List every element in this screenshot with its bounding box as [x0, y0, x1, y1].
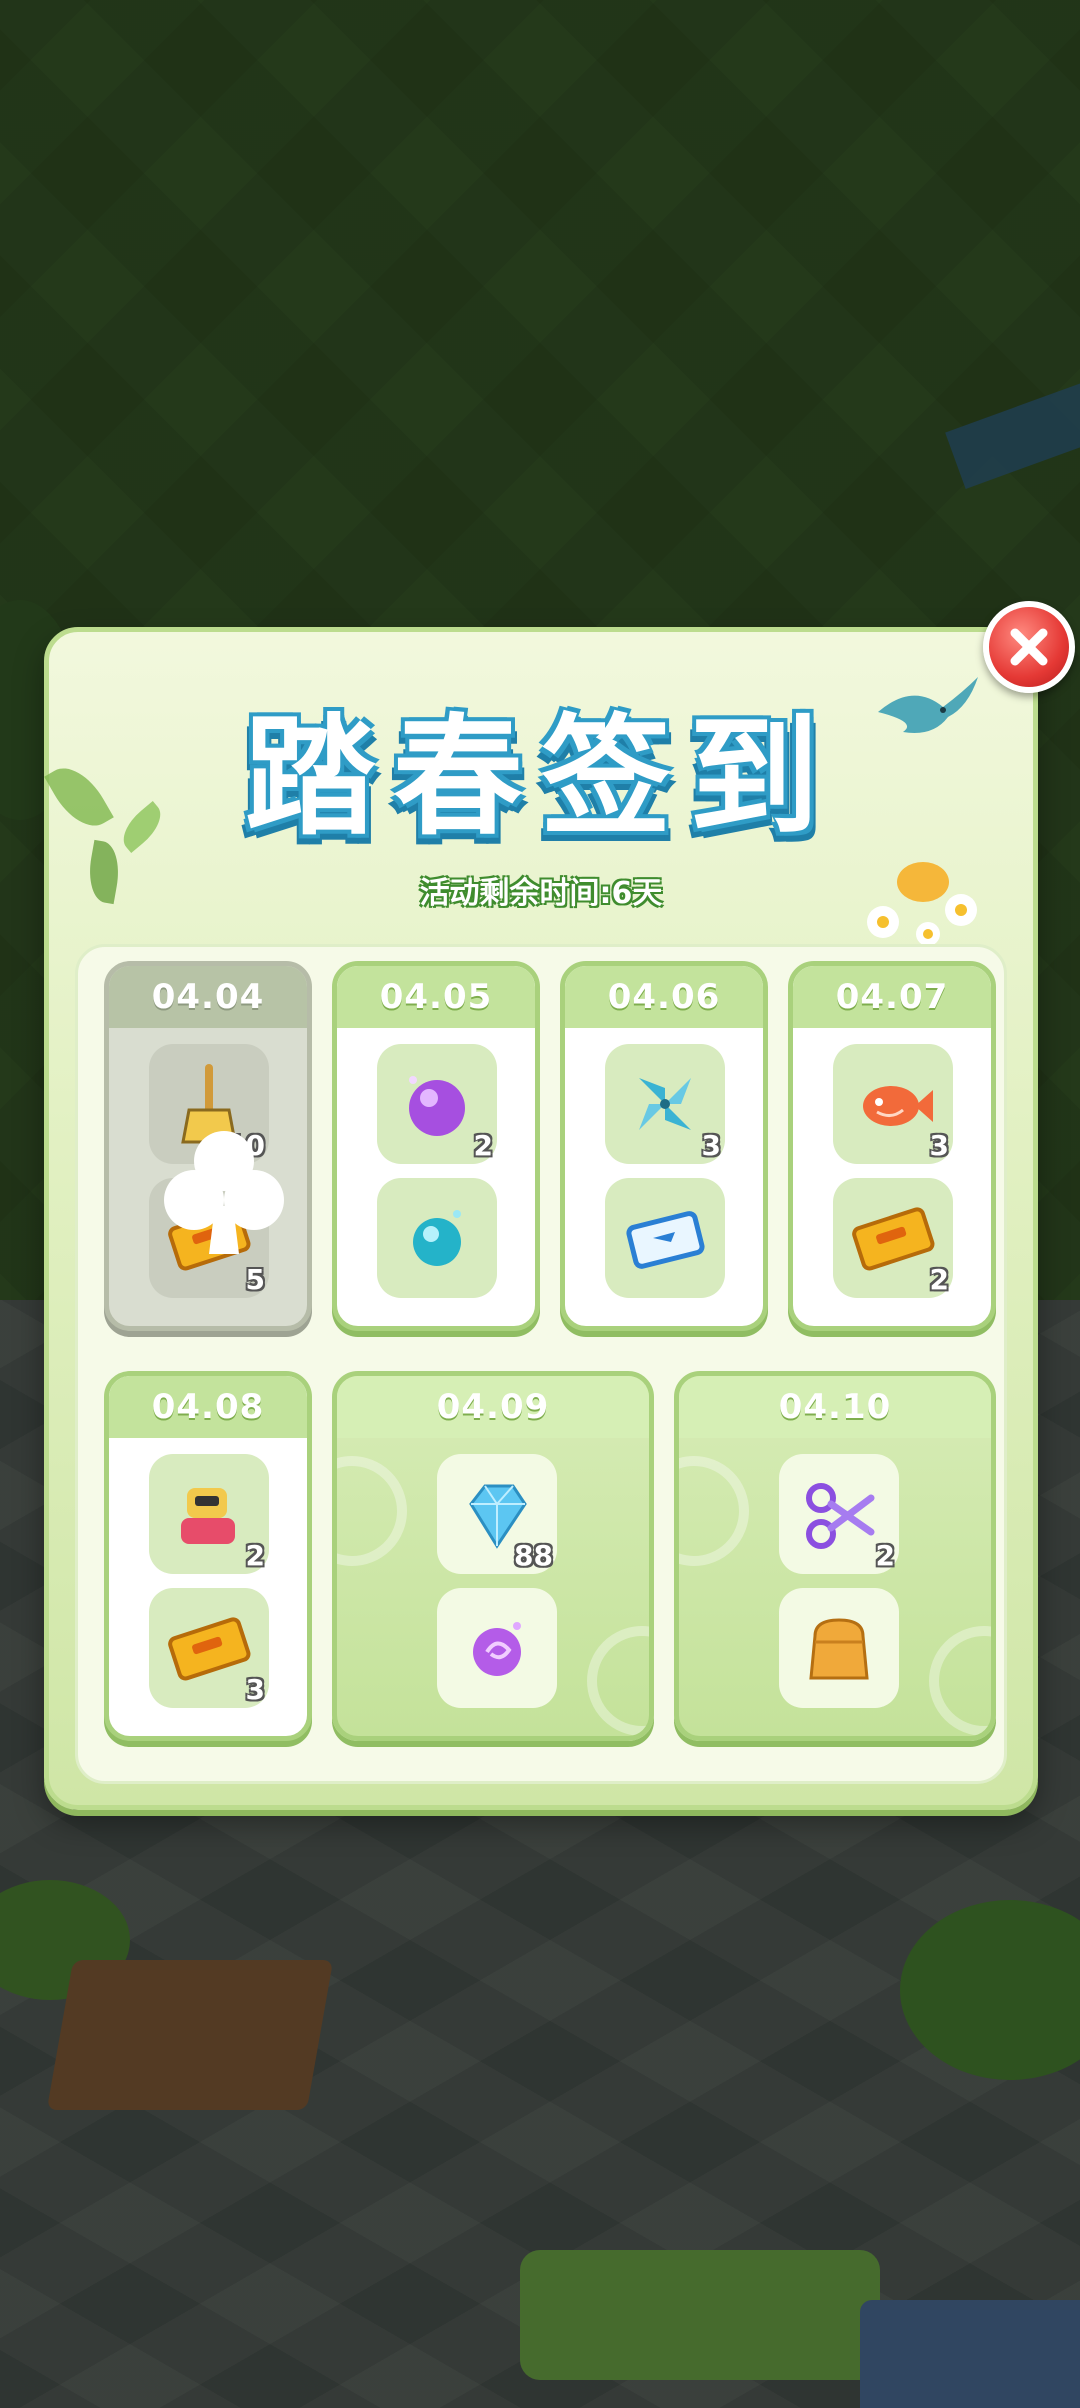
reward-quantity: 5	[245, 1263, 265, 1296]
blue-ticket-icon	[626, 1211, 705, 1269]
day-card-0407[interactable]: 04.07 3 2	[788, 961, 996, 1331]
reward-quantity: 2	[473, 1129, 493, 1162]
reward-quantity: 3	[245, 1673, 265, 1706]
day-date: 04.04	[109, 966, 307, 1028]
day-date: 04.06	[565, 966, 763, 1028]
gold-ticket-icon	[168, 1617, 251, 1681]
pinwheel-icon	[639, 1078, 691, 1130]
robot-toy-icon	[181, 1488, 235, 1544]
day-date: 04.09	[337, 1376, 649, 1438]
day-card-0410[interactable]: 04.10 2	[674, 1371, 996, 1741]
purple-scissors-icon	[806, 1483, 875, 1549]
swirl-decoration	[679, 1456, 749, 1566]
orange-fish-icon	[863, 1086, 933, 1126]
reward-quantity: 2	[929, 1263, 949, 1296]
day-date: 04.07	[793, 966, 991, 1028]
day-date: 04.10	[679, 1376, 991, 1438]
blue-orb-icon	[413, 1210, 461, 1266]
purple-orb-icon	[409, 1076, 465, 1136]
claimed-club-icon	[164, 1131, 284, 1254]
day-card-0406[interactable]: 04.06 3	[560, 961, 768, 1331]
reward-slot: 2	[149, 1454, 269, 1574]
reward-slot	[377, 1178, 497, 1298]
signin-panel: 踏春签到 活动剩余时间:6天 04.04 10 5	[44, 627, 1038, 1810]
swirl-decoration	[929, 1626, 991, 1736]
close-icon	[1010, 628, 1048, 666]
day-date: 04.08	[109, 1376, 307, 1438]
reward-slot	[605, 1178, 725, 1298]
day-card-0404[interactable]: 04.04 10 5	[104, 961, 312, 1331]
reward-slot: 2	[833, 1178, 953, 1298]
reward-grid: 04.04 10 5	[75, 944, 1007, 1784]
reward-slot: 2	[779, 1454, 899, 1574]
reward-slot	[779, 1588, 899, 1708]
reward-quantity: 2	[245, 1539, 265, 1572]
reward-slot: 2	[377, 1044, 497, 1164]
reward-quantity: 3	[701, 1129, 721, 1162]
reward-slot: 88	[437, 1454, 557, 1574]
reward-slot: 3	[149, 1588, 269, 1708]
swirl-decoration	[587, 1626, 649, 1736]
day-card-0405[interactable]: 04.05 2	[332, 961, 540, 1331]
reward-quantity: 3	[929, 1129, 949, 1162]
reward-slot: 3	[833, 1044, 953, 1164]
swirl-decoration	[337, 1456, 407, 1566]
flowers-icon	[867, 862, 977, 946]
day-card-0408[interactable]: 04.08 2 3	[104, 1371, 312, 1741]
reward-slot: 3	[605, 1044, 725, 1164]
reward-quantity: 2	[875, 1539, 895, 1572]
panel-title: 踏春签到	[244, 701, 837, 853]
orange-bag-icon	[809, 1618, 869, 1680]
day-date: 04.05	[337, 966, 535, 1028]
reward-quantity: 88	[514, 1539, 553, 1572]
purple-swirl-orb-icon	[473, 1622, 521, 1676]
close-button[interactable]	[983, 601, 1075, 693]
gold-ticket-icon	[852, 1207, 935, 1271]
day-card-0409[interactable]: 04.09 88	[332, 1371, 654, 1741]
reward-slot	[437, 1588, 557, 1708]
